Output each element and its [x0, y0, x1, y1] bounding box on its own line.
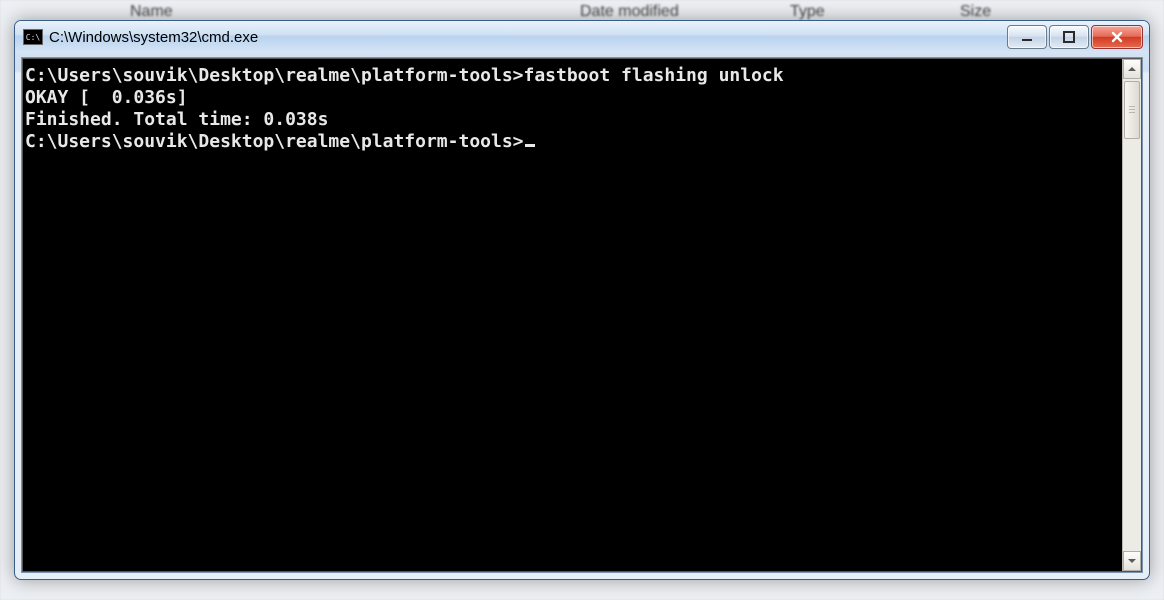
output-finished: Finished. Total time: 0.038s: [25, 109, 1118, 131]
minimize-button[interactable]: [1007, 25, 1047, 49]
minimize-icon: [1021, 31, 1033, 43]
current-prompt: C:\Users\souvik\Desktop\realme\platform-…: [25, 131, 524, 152]
close-icon: [1110, 30, 1124, 44]
prompt-line-1: C:\Users\souvik\Desktop\realme\platform-…: [25, 65, 524, 86]
terminal-output[interactable]: C:\Users\souvik\Desktop\realme\platform-…: [23, 59, 1122, 571]
entered-command: fastboot flashing unlock: [524, 65, 784, 86]
window-title: C:\Windows\system32\cmd.exe: [49, 29, 258, 46]
cmd-window: C:\ C:\Windows\system32\cmd.exe C:\Users…: [14, 20, 1150, 580]
scroll-thumb[interactable]: [1124, 81, 1140, 139]
scroll-up-button[interactable]: [1123, 59, 1141, 79]
cursor: [525, 144, 535, 147]
bg-col-size: Size: [960, 3, 991, 21]
bg-col-name: Name: [130, 3, 173, 21]
maximize-icon: [1063, 31, 1075, 43]
cmd-icon: C:\: [23, 29, 43, 45]
console-wrap: C:\Users\souvik\Desktop\realme\platform-…: [22, 58, 1142, 572]
titlebar[interactable]: C:\ C:\Windows\system32\cmd.exe: [15, 21, 1149, 53]
output-okay: OKAY [ 0.036s]: [25, 87, 1118, 109]
close-button[interactable]: [1091, 25, 1143, 49]
bg-col-type: Type: [790, 3, 825, 21]
bg-col-date: Date modified: [580, 3, 679, 21]
window-controls: [1007, 25, 1143, 49]
chevron-up-icon: [1127, 64, 1137, 74]
chevron-down-icon: [1127, 556, 1137, 566]
client-area: C:\Users\souvik\Desktop\realme\platform-…: [21, 57, 1143, 573]
scrollbar-vertical[interactable]: [1122, 59, 1141, 571]
maximize-button[interactable]: [1049, 25, 1089, 49]
scroll-down-button[interactable]: [1123, 551, 1141, 571]
scroll-track[interactable]: [1123, 79, 1141, 551]
